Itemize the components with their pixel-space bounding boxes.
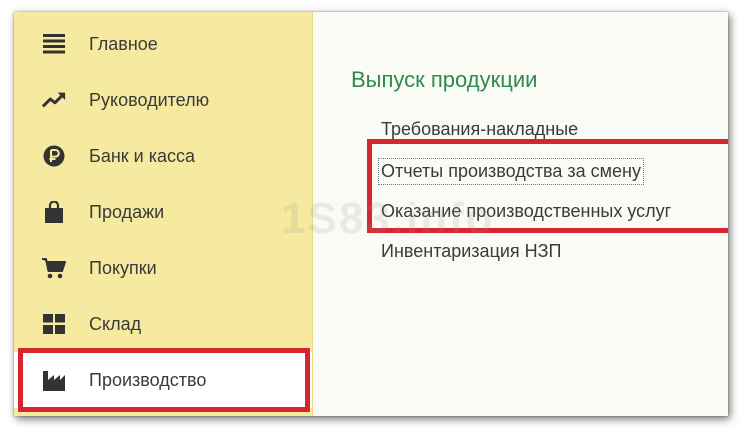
sidebar-item-label: Продажи — [89, 201, 165, 222]
sidebar-item-label: Банк и касса — [89, 145, 195, 166]
sidebar-item-manager[interactable]: Руководителю — [14, 72, 312, 128]
sidebar-item-label: Главное — [89, 33, 158, 54]
sidebar-item-main[interactable]: Главное — [14, 16, 312, 72]
link-requisitions[interactable]: Требования-накладные — [381, 119, 578, 140]
warehouse-grid-icon — [42, 312, 66, 336]
sidebar-item-label: Руководителю — [89, 89, 210, 110]
highlight-frame-links — [367, 139, 728, 233]
sidebar-item-warehouse[interactable]: Склад — [14, 296, 312, 352]
ruble-coin-icon — [42, 144, 66, 168]
link-wip-inventory[interactable]: Инвентаризация НЗП — [381, 241, 562, 262]
trend-icon — [42, 88, 66, 112]
main-content: Выпуск продукции Требования-накладные От… — [313, 12, 728, 416]
sidebar: Главное Руководителю Банк и касса Продаж… — [14, 12, 313, 416]
sidebar-item-sales[interactable]: Продажи — [14, 184, 312, 240]
sidebar-item-label: Покупки — [89, 257, 157, 278]
section-title: Выпуск продукции — [351, 67, 538, 92]
sidebar-item-bank[interactable]: Банк и касса — [14, 128, 312, 184]
app-window: Главное Руководителю Банк и касса Продаж… — [14, 12, 728, 416]
shopping-bag-icon — [42, 200, 66, 224]
sidebar-item-label: Склад — [89, 313, 142, 334]
highlight-frame-production — [18, 348, 310, 412]
cart-icon — [42, 256, 66, 280]
sidebar-item-purchases[interactable]: Покупки — [14, 240, 312, 296]
menu-lines-icon — [42, 32, 66, 56]
